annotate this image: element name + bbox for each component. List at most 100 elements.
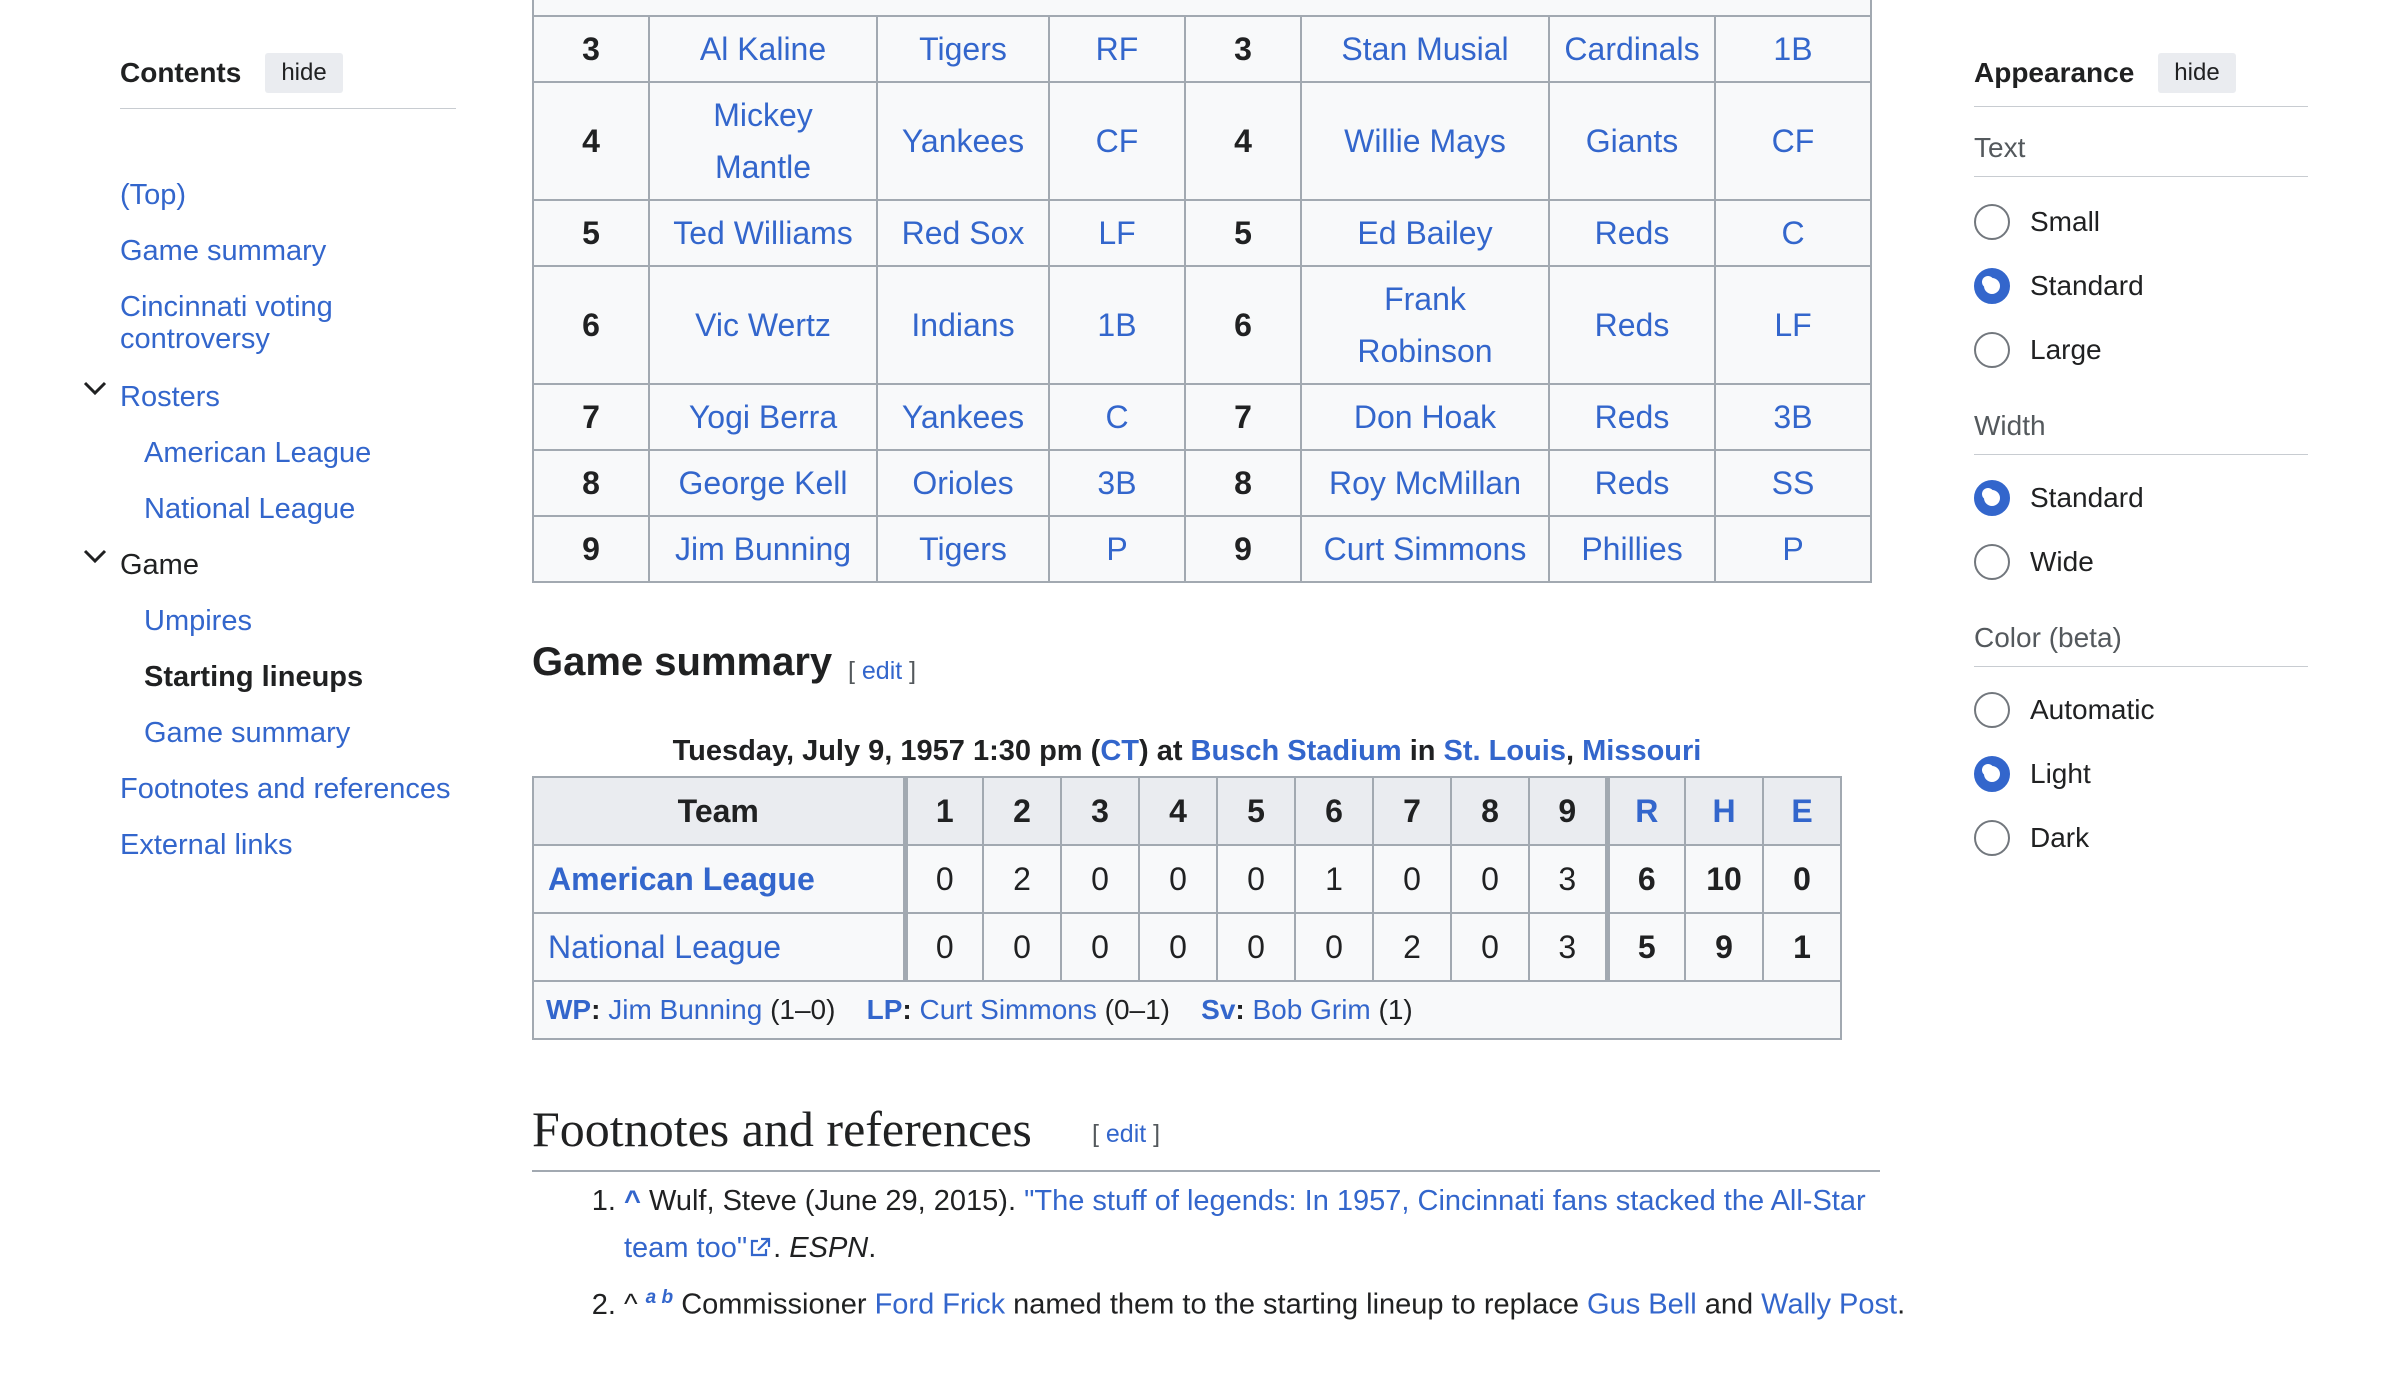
radio-color-automatic[interactable]: Automatic [1974,692,2155,728]
player-link[interactable]: Yogi Berra [648,383,878,451]
player-link[interactable]: Stan Musial [1300,15,1550,83]
appearance-hide-button[interactable]: hide [2158,53,2236,93]
toc-item-rosters[interactable]: Rosters [120,381,220,413]
player-link[interactable]: Roy McMillan [1300,449,1550,517]
toc-item-game-summary-sub[interactable]: Game summary [144,717,350,749]
team-link[interactable]: Reds [1548,265,1716,385]
radio-text-small[interactable]: Small [1974,204,2100,240]
toc-item-national-league[interactable]: National League [144,493,355,525]
team-link[interactable]: Yankees [876,81,1050,201]
position-link[interactable]: CF [1048,81,1186,201]
radio-width-standard[interactable]: Standard [1974,480,2144,516]
position-link[interactable]: CF [1714,81,1872,201]
backlink-caret[interactable]: ^ [624,1185,641,1217]
stadium-link[interactable]: Busch Stadium [1191,735,1402,767]
position-link[interactable]: C [1714,199,1872,267]
player-link[interactable]: Mickey Mantle [648,81,878,201]
team-link[interactable]: Tigers [876,515,1050,583]
radio-circle[interactable] [1974,544,2010,580]
ford-frick-link[interactable]: Ford Frick [875,1289,1006,1321]
appearance-title: Appearance [1974,57,2135,88]
position-link[interactable]: 1B [1048,265,1186,385]
player-link[interactable]: Curt Simmons [1300,515,1550,583]
team-link[interactable]: Reds [1548,199,1716,267]
state-link[interactable]: Missouri [1582,735,1701,767]
radio-circle[interactable] [1974,480,2010,516]
radio-text-large[interactable]: Large [1974,332,2102,368]
toc-item-umpires[interactable]: Umpires [144,605,252,637]
save-pitcher-link[interactable]: Bob Grim [1253,994,1371,1025]
chevron-down-icon[interactable] [82,377,108,403]
player-link[interactable]: Don Hoak [1300,383,1550,451]
player-link[interactable]: Ed Bailey [1300,199,1550,267]
position-link[interactable]: P [1714,515,1872,583]
position-link[interactable]: P [1048,515,1186,583]
team-link[interactable]: Red Sox [876,199,1050,267]
position-link[interactable]: C [1048,383,1186,451]
player-link[interactable]: Vic Wertz [648,265,878,385]
errors-header-link[interactable]: E [1762,776,1842,846]
team-link[interactable]: Indians [876,265,1050,385]
chevron-down-icon[interactable] [82,545,108,571]
player-link[interactable]: Ted Williams [648,199,878,267]
team-link[interactable]: Tigers [876,15,1050,83]
radio-circle[interactable] [1974,204,2010,240]
toc-item-american-league[interactable]: American League [144,437,371,469]
team-link[interactable]: Orioles [876,449,1050,517]
backlink-b[interactable]: b [662,1287,674,1308]
edit-section-link[interactable]: [ edit ] [1092,1120,1160,1149]
winning-pitcher-link[interactable]: Jim Bunning [608,994,762,1025]
position-link[interactable]: 3B [1048,449,1186,517]
losing-pitcher-link[interactable]: Curt Simmons [919,994,1096,1025]
team-link[interactable]: Reds [1548,383,1716,451]
winning-pitcher-label[interactable]: WP [546,994,591,1025]
team-link[interactable]: Yankees [876,383,1050,451]
player-link[interactable]: Willie Mays [1300,81,1550,201]
radio-text-standard[interactable]: Standard [1974,268,2144,304]
position-link[interactable]: RF [1048,15,1186,83]
player-link[interactable]: Frank Robinson [1300,265,1550,385]
radio-circle[interactable] [1974,820,2010,856]
position-link[interactable]: LF [1714,265,1872,385]
radio-color-light[interactable]: Light [1974,756,2091,792]
toc-item-cincinnati-voting[interactable]: Cincinnati voting controversy [120,291,420,355]
position-link[interactable]: SS [1714,449,1872,517]
toc-item-external-links[interactable]: External links [120,829,292,861]
toc-item-starting-lineups[interactable]: Starting lineups [144,661,363,693]
team-link[interactable]: Cardinals [1548,15,1716,83]
team-link[interactable]: Giants [1548,81,1716,201]
player-link[interactable]: Al Kaline [648,15,878,83]
toc-item-top[interactable]: (Top) [120,179,186,211]
radio-circle[interactable] [1974,332,2010,368]
team-link-national-league[interactable]: National League [532,912,906,982]
radio-circle[interactable] [1974,692,2010,728]
radio-circle[interactable] [1974,756,2010,792]
city-link[interactable]: St. Louis [1444,735,1566,767]
gus-bell-link[interactable]: Gus Bell [1587,1289,1697,1321]
edit-section-link[interactable]: [ edit ] [848,657,916,686]
player-link[interactable]: George Kell [648,449,878,517]
timezone-link[interactable]: CT [1100,735,1139,767]
radio-width-wide[interactable]: Wide [1974,544,2094,580]
edit-link-text[interactable]: edit [1106,1120,1146,1148]
hits-header-link[interactable]: H [1684,776,1764,846]
position-link[interactable]: 3B [1714,383,1872,451]
player-link[interactable]: Jim Bunning [648,515,878,583]
toc-item-footnotes[interactable]: Footnotes and references [120,773,450,805]
radio-color-dark[interactable]: Dark [1974,820,2089,856]
position-link[interactable]: 1B [1714,15,1872,83]
edit-link-text[interactable]: edit [862,657,902,685]
save-label[interactable]: Sv [1201,994,1235,1025]
toc-item-game[interactable]: Game [120,549,199,581]
wally-post-link[interactable]: Wally Post [1761,1289,1897,1321]
radio-circle[interactable] [1974,268,2010,304]
toc-item-game-summary[interactable]: Game summary [120,235,326,267]
team-link[interactable]: Phillies [1548,515,1716,583]
runs-header-link[interactable]: R [1604,776,1686,846]
position-link[interactable]: LF [1048,199,1186,267]
team-link-american-league[interactable]: American League [532,844,906,914]
backlink-a[interactable]: a [646,1287,657,1308]
team-link[interactable]: Reds [1548,449,1716,517]
losing-pitcher-label[interactable]: LP [867,994,903,1025]
toc-hide-button[interactable]: hide [265,53,343,93]
